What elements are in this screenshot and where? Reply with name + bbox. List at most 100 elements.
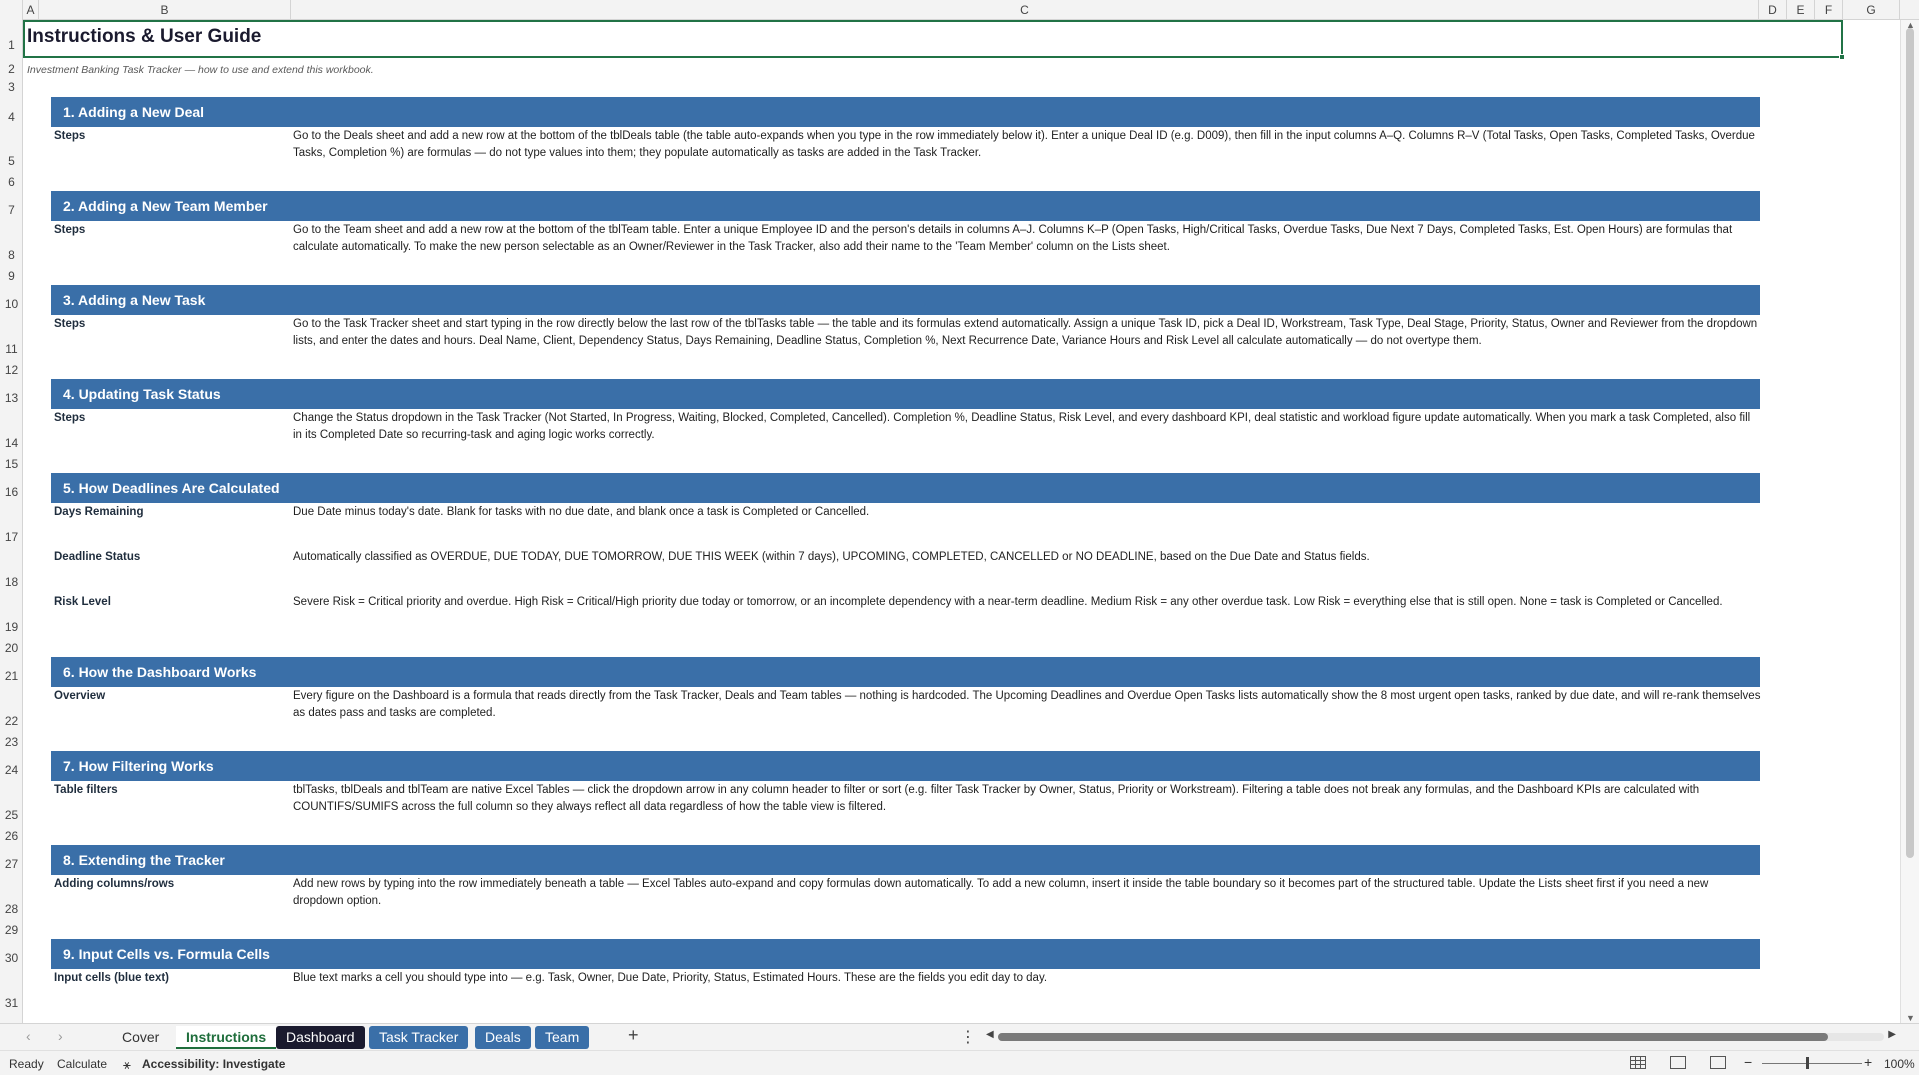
zoom-slider[interactable] — [1762, 1063, 1862, 1064]
select-all-corner[interactable] — [0, 0, 23, 20]
column-b-header[interactable]: B — [39, 0, 291, 20]
row-number[interactable]: 4 — [0, 110, 22, 124]
row-number[interactable]: 15 — [0, 457, 22, 471]
scroll-left-icon[interactable]: ◀ — [986, 1029, 994, 1040]
item-label: Table filters — [54, 784, 118, 796]
row-number[interactable]: 6 — [0, 175, 22, 189]
normal-view-icon[interactable] — [1630, 1056, 1646, 1069]
section-heading: 5. How Deadlines Are Calculated — [51, 473, 1760, 503]
tab-task-tracker[interactable]: Task Tracker — [369, 1026, 469, 1049]
row-number[interactable]: 18 — [0, 575, 22, 589]
section-heading: 6. How the Dashboard Works — [51, 657, 1760, 687]
more-options-icon[interactable]: ⋮ — [960, 1027, 976, 1047]
add-sheet-icon[interactable]: + — [628, 1025, 639, 1046]
item-text: Every figure on the Dashboard is a formu… — [293, 690, 1761, 719]
accessibility-status[interactable]: Accessibility: Investigate — [142, 1057, 285, 1071]
accessibility-icon[interactable]: ⚹ — [123, 1057, 131, 1073]
item-label: Adding columns/rows — [54, 878, 175, 890]
item-text: Go to the Deals sheet and add a new row … — [293, 130, 1755, 159]
item-text: Go to the Task Tracker sheet and start t… — [293, 318, 1758, 347]
row-number[interactable]: 25 — [0, 808, 22, 822]
column-a-header[interactable]: A — [23, 0, 39, 20]
row-number[interactable]: 23 — [0, 735, 22, 749]
fill-handle[interactable] — [1839, 54, 1845, 60]
row-number[interactable]: 28 — [0, 902, 22, 916]
horizontal-scroll-thumb[interactable] — [998, 1033, 1828, 1041]
row-number[interactable]: 19 — [0, 620, 22, 634]
row-number[interactable]: 13 — [0, 391, 22, 405]
tab-dashboard[interactable]: Dashboard — [276, 1026, 365, 1049]
row-number[interactable]: 17 — [0, 530, 22, 544]
section-heading: 7. How Filtering Works — [51, 751, 1760, 781]
row-number[interactable]: 8 — [0, 248, 22, 262]
tab-deals[interactable]: Deals — [475, 1026, 531, 1049]
row-number[interactable]: 14 — [0, 436, 22, 450]
row-number[interactable]: 20 — [0, 641, 22, 655]
row-number[interactable]: 5 — [0, 154, 22, 168]
column-f-header[interactable]: F — [1815, 0, 1843, 20]
horizontal-scrollbar[interactable]: ◀ ▶ — [986, 1029, 1896, 1044]
calculate-button[interactable]: Calculate — [57, 1057, 107, 1071]
zoom-level[interactable]: 100% — [1884, 1057, 1915, 1071]
section-heading: 8. Extending the Tracker — [51, 845, 1760, 875]
tab-cover[interactable]: Cover — [112, 1026, 169, 1049]
vertical-scrollbar[interactable]: ▲ ▼ — [1900, 20, 1919, 1023]
column-d-header[interactable]: D — [1759, 0, 1787, 20]
item-text: Blue text marks a cell you should type i… — [293, 972, 1048, 984]
item-label: Steps — [54, 224, 86, 236]
item-text: Severe Risk = Critical priority and over… — [293, 596, 1723, 608]
row-number[interactable]: 16 — [0, 485, 22, 499]
row-number[interactable]: 12 — [0, 363, 22, 377]
item-label: Steps — [54, 318, 86, 330]
item-label: Steps — [54, 412, 86, 424]
row-number[interactable]: 31 — [0, 996, 22, 1010]
zoom-out-icon[interactable]: − — [1744, 1054, 1752, 1070]
row-number[interactable]: 11 — [0, 342, 22, 356]
section-heading: 9. Input Cells vs. Formula Cells — [51, 939, 1760, 969]
sheet-tabs-bar: ‹ › Cover Instructions Dashboard Task Tr… — [0, 1023, 1919, 1050]
item-text: Change the Status dropdown in the Task T… — [293, 412, 1751, 441]
row-number[interactable]: 2 — [0, 62, 22, 76]
page-break-view-icon[interactable] — [1710, 1056, 1726, 1069]
row-number[interactable]: 9 — [0, 269, 22, 283]
item-text: Go to the Team sheet and add a new row a… — [293, 224, 1733, 253]
item-label: Steps — [54, 130, 86, 142]
section-heading: 3. Adding a New Task — [51, 285, 1760, 315]
row-number[interactable]: 22 — [0, 714, 22, 728]
item-label: Deadline Status — [54, 551, 141, 563]
page-title: Instructions & User Guide — [27, 26, 262, 47]
page-layout-view-icon[interactable] — [1670, 1056, 1686, 1069]
row-number[interactable]: 10 — [0, 297, 22, 311]
zoom-in-icon[interactable]: + — [1864, 1054, 1872, 1070]
item-text: Automatically classified as OVERDUE, DUE… — [293, 551, 1370, 563]
tab-scroll-right-icon[interactable]: › — [58, 1028, 63, 1044]
item-text: Due Date minus today's date. Blank for t… — [293, 506, 870, 518]
column-e-header[interactable]: E — [1787, 0, 1815, 20]
column-c-header[interactable]: C — [291, 0, 1759, 20]
scroll-right-icon[interactable]: ▶ — [1888, 1029, 1896, 1040]
row-number[interactable]: 29 — [0, 923, 22, 937]
tab-scroll-left-icon[interactable]: ‹ — [26, 1028, 31, 1044]
selected-cell[interactable] — [23, 20, 1843, 58]
section-heading: 2. Adding a New Team Member — [51, 191, 1760, 221]
item-label: Risk Level — [54, 596, 111, 608]
column-g-header[interactable]: G — [1843, 0, 1900, 20]
tab-team[interactable]: Team — [535, 1026, 590, 1049]
worksheet-grid[interactable]: Instructions & User Guide Investment Ban… — [23, 20, 1900, 1023]
row-number[interactable]: 7 — [0, 203, 22, 217]
row-number[interactable]: 24 — [0, 763, 22, 777]
item-text: tblTasks, tblDeals and tblTeam are nativ… — [293, 784, 1700, 813]
row-number[interactable]: 1 — [0, 38, 22, 52]
row-number[interactable]: 21 — [0, 669, 22, 683]
item-label: Input cells (blue text) — [54, 972, 170, 984]
status-bar: Ready Calculate ⚹ Accessibility: Investi… — [0, 1050, 1919, 1075]
row-number[interactable]: 26 — [0, 829, 22, 843]
row-number[interactable]: 3 — [0, 80, 22, 94]
zoom-slider-knob[interactable] — [1806, 1057, 1809, 1069]
row-number[interactable]: 30 — [0, 951, 22, 965]
row-number[interactable]: 27 — [0, 857, 22, 871]
vertical-scroll-thumb[interactable] — [1906, 28, 1914, 858]
scroll-down-icon[interactable]: ▼ — [1906, 1013, 1915, 1023]
ready-status: Ready — [9, 1057, 44, 1071]
tab-instructions[interactable]: Instructions — [176, 1026, 277, 1049]
